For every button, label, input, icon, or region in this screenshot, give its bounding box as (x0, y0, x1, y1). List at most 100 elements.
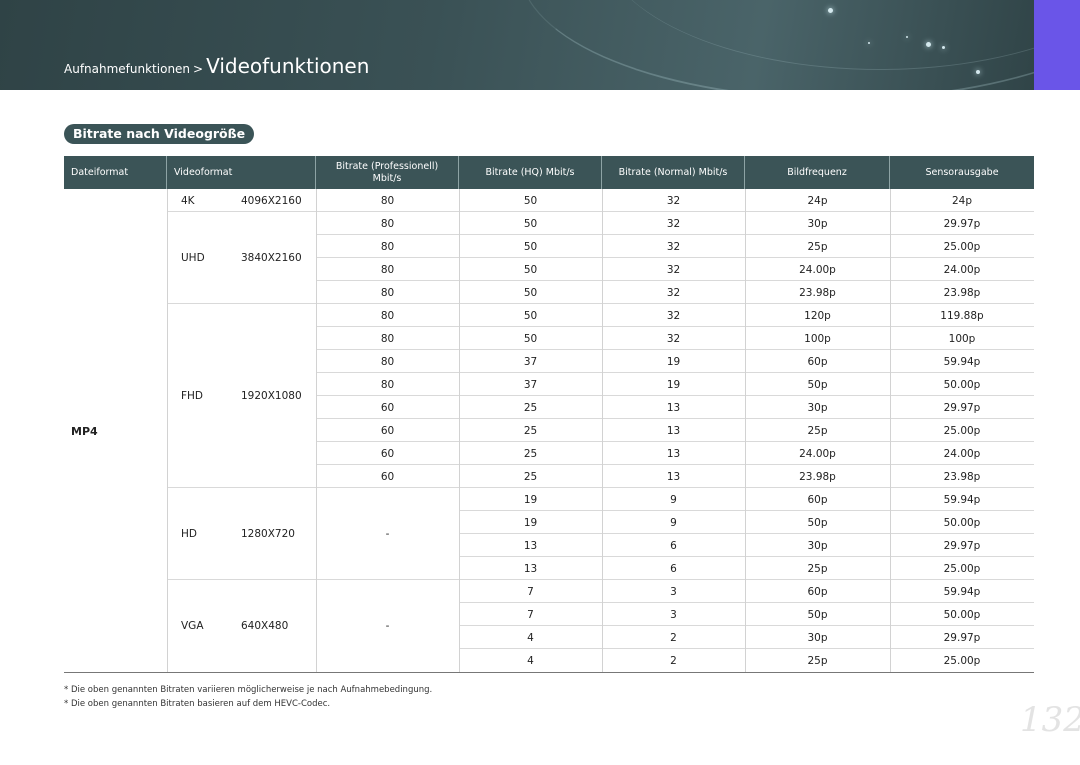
sensor-output-cell: 25.00p (943, 654, 981, 667)
bitrate-hq-cell: 37 (523, 355, 538, 368)
sensor-output-cell: 25.00p (943, 562, 981, 575)
frame-rate-cell: 30p (807, 401, 828, 414)
bitrate-hq-cell: 50 (523, 332, 538, 345)
video-resolution: 3840X2160 (241, 252, 302, 264)
bitrate-normal-cell: 6 (670, 562, 677, 575)
bitrate-normal-cell: 32 (666, 194, 681, 207)
section-title: Bitrate nach Videogröße (64, 124, 255, 144)
bitrate-professional-cell: 80 (380, 286, 395, 299)
bitrate-normal-cell: 3 (670, 585, 677, 598)
chapter-tab[interactable] (1034, 0, 1080, 90)
sensor-output-cell: 59.94p (943, 355, 981, 368)
bitrate-hq-cell: 13 (523, 539, 538, 552)
sensor-output-cell: 59.94p (943, 493, 981, 506)
sensor-output-cell: 50.00p (943, 608, 981, 621)
sensor-output-cell: 50.00p (943, 516, 981, 529)
frame-rate-cell: 50p (807, 608, 828, 621)
sensor-output-cell: 100p (948, 332, 976, 345)
sensor-output-cell: 24.00p (943, 263, 981, 276)
sparkle-icon (926, 42, 931, 47)
breadcrumb-parent[interactable]: Aufnahmefunktionen (64, 62, 190, 76)
sensor-output-cell: 50.00p (943, 378, 981, 391)
bitrate-professional-cell: 60 (380, 447, 395, 460)
bitrate-normal-cell: 13 (666, 470, 681, 483)
header-bitrate-hq: Bitrate (HQ) Mbit/s (459, 156, 602, 189)
frame-rate-cell: 120p (804, 309, 831, 322)
bitrate-professional-cell: 80 (380, 332, 395, 345)
video-format-name: FHD (181, 390, 204, 402)
sensor-output-cell: 23.98p (943, 470, 981, 483)
bitrate-professional-cell: 80 (380, 378, 395, 391)
bitrate-hq-cell: 50 (523, 240, 538, 253)
bitrate-hq-cell: 50 (523, 286, 538, 299)
frame-rate-cell: 25p (807, 424, 828, 437)
sensor-output-cell: 29.97p (943, 217, 981, 230)
bitrate-normal-cell: 32 (666, 332, 681, 345)
frame-rate-cell: 30p (807, 539, 828, 552)
sensor-output-cell: 29.97p (943, 401, 981, 414)
bitrate-normal-cell: 13 (666, 447, 681, 460)
frame-rate-cell: 24p (807, 194, 828, 207)
column-divider (745, 189, 746, 672)
frame-rate-cell: 25p (807, 240, 828, 253)
sparkle-icon (906, 36, 908, 38)
header-sensorausgabe: Sensorausgabe (925, 166, 999, 178)
video-resolution: 4096X2160 (241, 194, 302, 207)
bitrate-normal-cell: 19 (666, 355, 681, 368)
bitrate-normal-cell: 32 (666, 286, 681, 299)
bitrate-hq-cell: 50 (523, 309, 538, 322)
header-bitrate-professional-line2: Mbit/s (372, 172, 402, 184)
sensor-output-cell: 29.97p (943, 539, 981, 552)
video-resolution: 1920X1080 (241, 390, 302, 402)
sensor-output-cell: 59.94p (943, 585, 981, 598)
bitrate-hq-cell: 50 (523, 194, 538, 207)
bitrate-professional-cell: - (385, 620, 390, 632)
bitrate-normal-cell: 9 (670, 516, 677, 529)
bitrate-professional-cell: 80 (380, 309, 395, 322)
header-bildfrequenz: Bildfrequenz (745, 156, 890, 189)
header-banner: Aufnahmefunktionen > Videofunktionen (0, 0, 1080, 90)
bitrate-professional-cell: 60 (380, 470, 395, 483)
bitrate-normal-cell: 19 (666, 378, 681, 391)
header-bitrate-professional: Bitrate (Professionell) Mbit/s (316, 156, 459, 189)
bitrate-normal-cell: 6 (670, 539, 677, 552)
footnote: * Die oben genannten Bitraten basieren a… (64, 699, 331, 709)
page-title: Videofunktionen (206, 54, 370, 78)
breadcrumb-separator: > (193, 62, 204, 76)
column-divider (167, 189, 168, 672)
bitrate-normal-cell: 2 (670, 631, 677, 644)
bitrate-hq-cell: 25 (523, 424, 538, 437)
page-number: 132 (1020, 700, 1080, 740)
file-format-cell: MP4 (71, 425, 98, 438)
sensor-output-cell: 25.00p (943, 240, 981, 253)
video-format-name: 4K (181, 194, 195, 207)
footnote: * Die oben genannten Bitraten variieren … (64, 685, 433, 695)
column-divider (602, 189, 603, 672)
sparkle-icon (976, 70, 980, 74)
bitrate-hq-cell: 50 (523, 217, 538, 230)
bitrate-hq-cell: 7 (527, 585, 534, 598)
frame-rate-cell: 24.00p (799, 447, 836, 460)
header-dateiformat: Dateiformat (64, 156, 167, 189)
video-format-name: UHD (181, 252, 205, 264)
frame-rate-cell: 23.98p (799, 470, 836, 483)
bitrate-hq-cell: 4 (527, 631, 534, 644)
column-divider (316, 189, 317, 672)
bitrate-normal-cell: 2 (670, 654, 677, 667)
bitrate-hq-cell: 4 (527, 654, 534, 667)
bitrate-hq-cell: 25 (523, 447, 538, 460)
frame-rate-cell: 30p (807, 631, 828, 644)
bitrate-normal-cell: 32 (666, 309, 681, 322)
frame-rate-cell: 60p (807, 585, 828, 598)
header-bitrate-normal: Bitrate (Normal) Mbit/s (602, 156, 745, 189)
bitrate-hq-cell: 50 (523, 263, 538, 276)
header-videoformat: Videoformat (167, 156, 316, 189)
bitrate-normal-cell: 13 (666, 401, 681, 414)
table-bottom-border (64, 672, 1034, 673)
sparkle-icon (942, 46, 945, 49)
bitrate-professional-cell: 80 (380, 263, 395, 276)
frame-rate-cell: 50p (807, 516, 828, 529)
column-divider (890, 189, 891, 672)
sensor-output-cell: 25.00p (943, 424, 981, 437)
header-bitrate-professional-line1: Bitrate (Professionell) (335, 160, 439, 172)
